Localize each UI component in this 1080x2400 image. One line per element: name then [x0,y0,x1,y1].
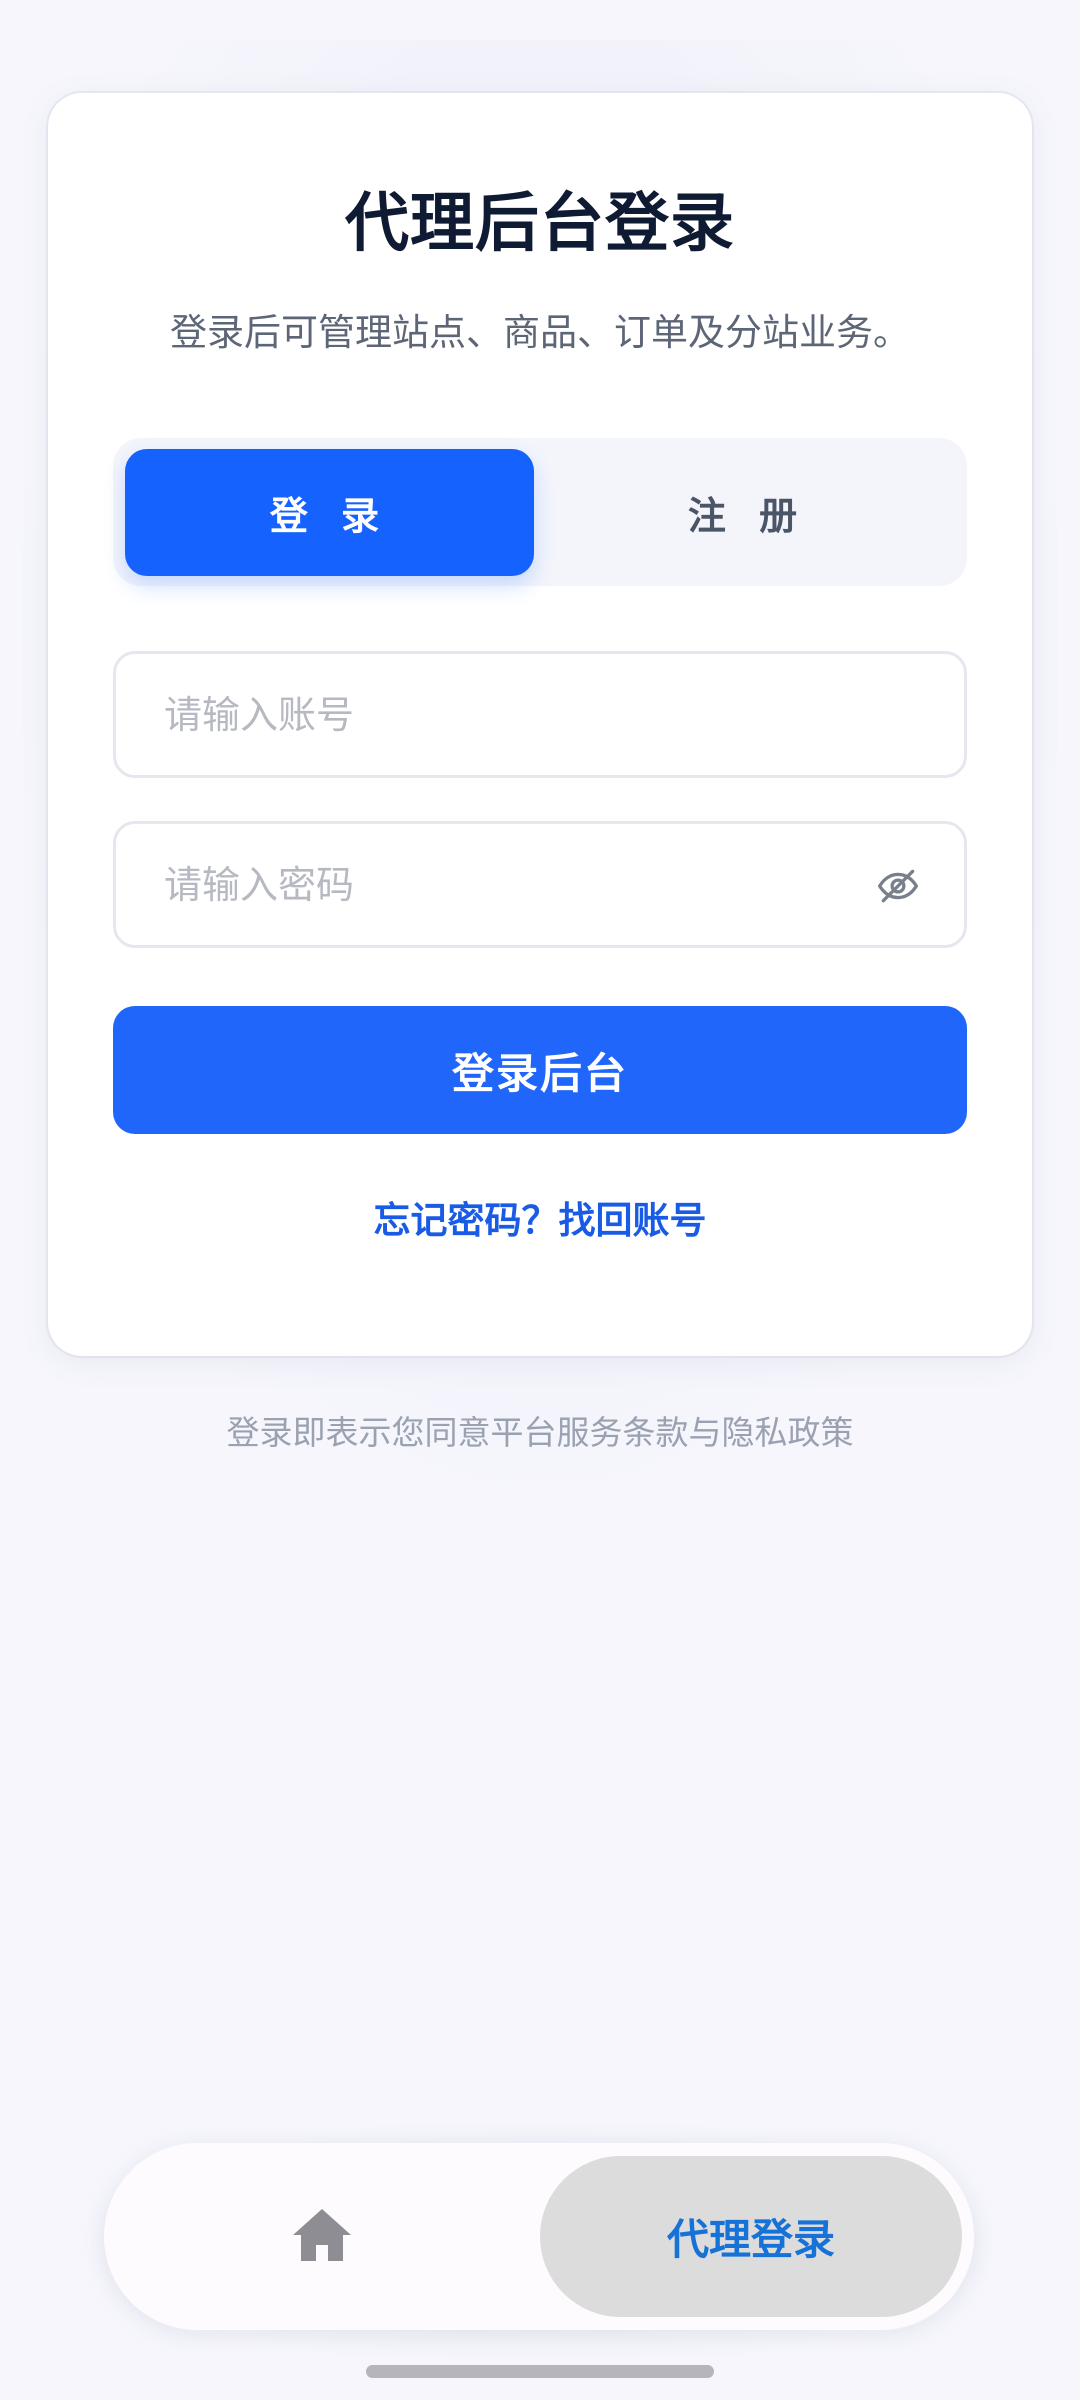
login-submit-button[interactable]: 登录后台 [113,1006,967,1134]
tab-register[interactable]: 注 册 [540,449,955,576]
account-field [113,651,967,778]
password-input[interactable] [164,824,844,945]
nav-home-button[interactable] [104,2143,539,2330]
login-page: 代理后台登录 登录后可管理站点、商品、订单及分站业务。 登 录 注 册 登录后台… [0,0,1080,2400]
bottom-nav: 代理登录 [104,2143,974,2330]
tab-login[interactable]: 登 录 [125,449,534,576]
page-title: 代理后台登录 [345,187,735,261]
password-field [113,821,967,948]
auth-mode-switch: 登 录 注 册 [113,438,967,586]
forgot-password-link[interactable]: 忘记密码？找回账号 [0,1195,1080,1247]
terms-notice: 登录即表示您同意平台服务条款与隐私政策 [226,1413,854,1452]
home-icon [291,2206,353,2268]
home-indicator [366,2365,714,2378]
eye-off-icon[interactable] [876,864,920,908]
page-subtitle: 登录后可管理站点、商品、订单及分站业务。 [170,311,910,354]
nav-agent-login[interactable]: 代理登录 [540,2156,962,2317]
account-input[interactable] [164,654,844,775]
